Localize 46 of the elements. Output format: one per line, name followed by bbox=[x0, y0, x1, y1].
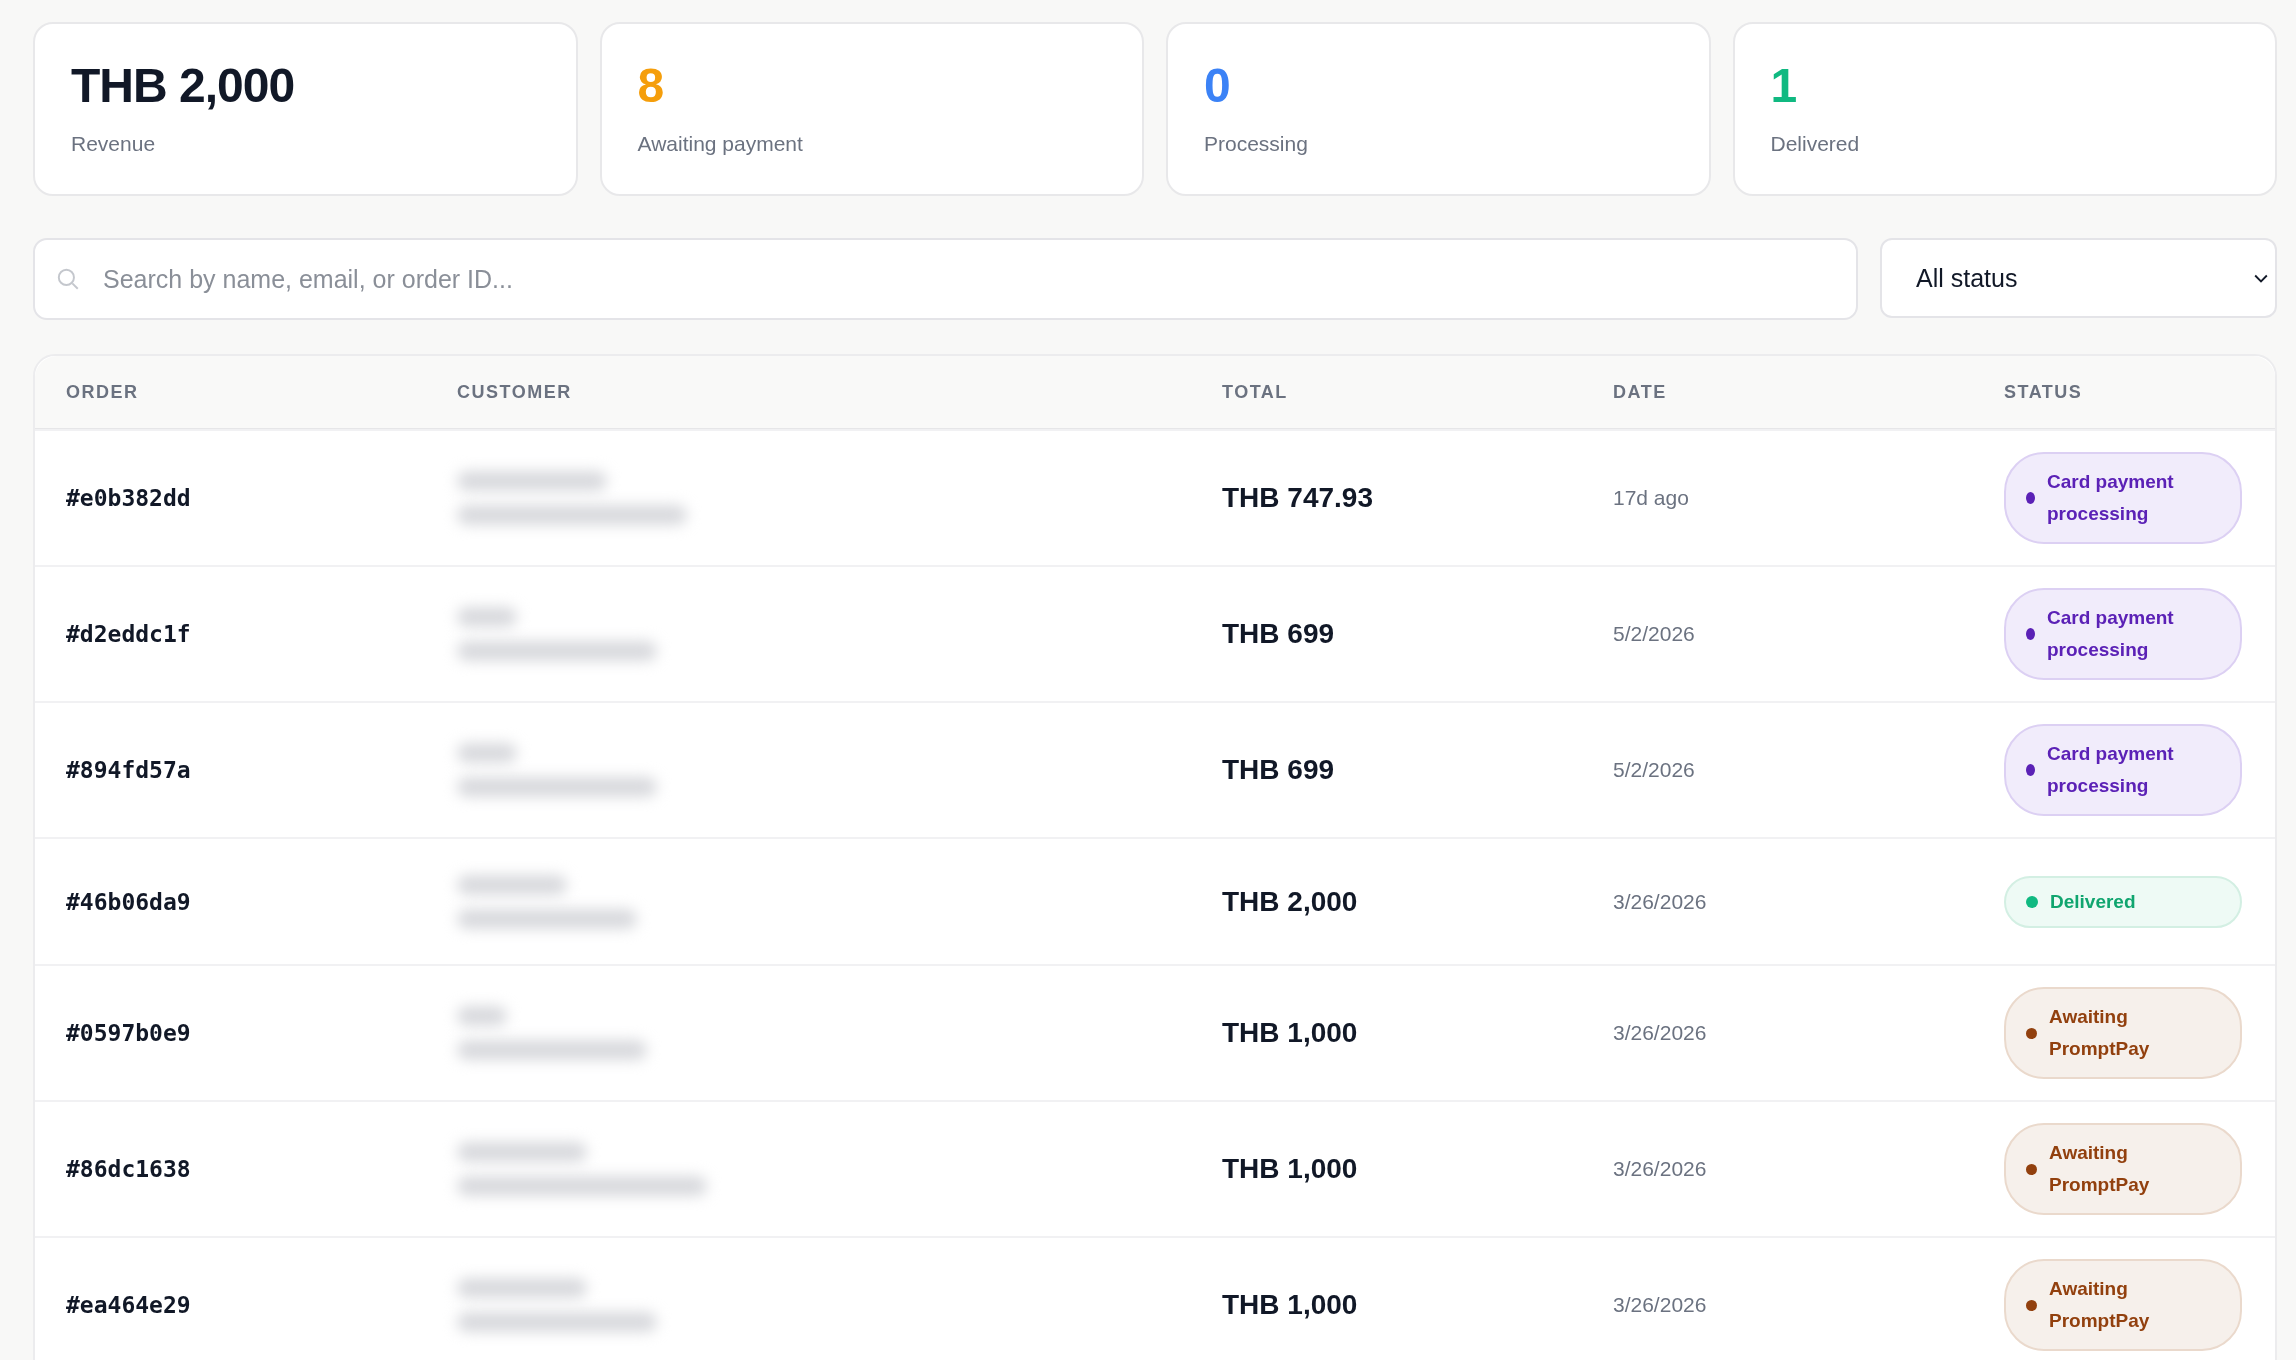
order-total: THB 1,000 bbox=[1222, 1017, 1358, 1049]
order-id: #46b06da9 bbox=[66, 888, 191, 915]
column-header: TOTAL bbox=[1222, 381, 1288, 403]
stat-label: Processing bbox=[1204, 132, 1309, 156]
order-id: #e0b382dd bbox=[66, 485, 191, 511]
status-badge: Delivered bbox=[2004, 875, 2242, 928]
status-badge: Card payment processing bbox=[2004, 724, 2242, 816]
stat-label: Awaiting payment bbox=[637, 132, 804, 156]
order-total: THB 699 bbox=[1222, 618, 1335, 650]
status-badge: Awaiting PromptPay bbox=[2004, 1123, 2242, 1215]
order-id: #0597b0e9 bbox=[66, 1020, 191, 1046]
order-id: #ea464e29 bbox=[66, 1292, 191, 1318]
order-id: #d2eddc1f bbox=[66, 621, 191, 647]
status-badge: Card payment processing bbox=[2004, 452, 2242, 544]
order-total: THB 1,000 bbox=[1222, 1153, 1358, 1185]
blurred-block bbox=[457, 607, 517, 627]
blurred-block bbox=[457, 743, 517, 763]
stat-value: 8 bbox=[637, 62, 665, 110]
stat-label: Delivered bbox=[1770, 132, 1861, 156]
order-total: THB 1,000 bbox=[1222, 1289, 1358, 1321]
order-date: 3/26/2026 bbox=[1613, 1021, 1707, 1045]
order-date: 5/2/2026 bbox=[1613, 758, 1695, 782]
stat-value: 1 bbox=[1770, 62, 1798, 110]
order-date: 3/26/2026 bbox=[1613, 1157, 1707, 1181]
column-header: DATE bbox=[1613, 381, 1667, 403]
stat-value: 0 bbox=[1204, 62, 1231, 110]
status-dropdown[interactable]: All status bbox=[1880, 238, 2277, 318]
order-date: 17d ago bbox=[1613, 486, 1689, 510]
column-header: ORDER bbox=[66, 381, 139, 403]
order-id: #86dc1638 bbox=[66, 1156, 191, 1182]
status-badge: Awaiting PromptPay bbox=[2004, 987, 2242, 1079]
order-date: 3/26/2026 bbox=[1613, 1293, 1707, 1317]
order-date: 3/26/2026 bbox=[1613, 889, 1707, 914]
order-total: THB 699 bbox=[1222, 754, 1335, 786]
order-date: 5/2/2026 bbox=[1613, 622, 1695, 646]
stat-value: THB 2,000 bbox=[71, 62, 296, 110]
stat-label: Revenue bbox=[71, 132, 157, 156]
column-header: CUSTOMER bbox=[457, 381, 572, 403]
status-badge: Card payment processing bbox=[2004, 588, 2242, 680]
column-header: STATUS bbox=[2004, 381, 2083, 403]
search-field[interactable]: Search by name, email, or order ID... bbox=[33, 238, 1858, 320]
status-badge: Awaiting PromptPay bbox=[2004, 1259, 2242, 1351]
order-total: THB 2,000 bbox=[1222, 885, 1358, 918]
blurred-block bbox=[457, 1006, 507, 1026]
order-id: #894fd57a bbox=[66, 757, 191, 783]
order-total: THB 747.93 bbox=[1222, 482, 1373, 514]
